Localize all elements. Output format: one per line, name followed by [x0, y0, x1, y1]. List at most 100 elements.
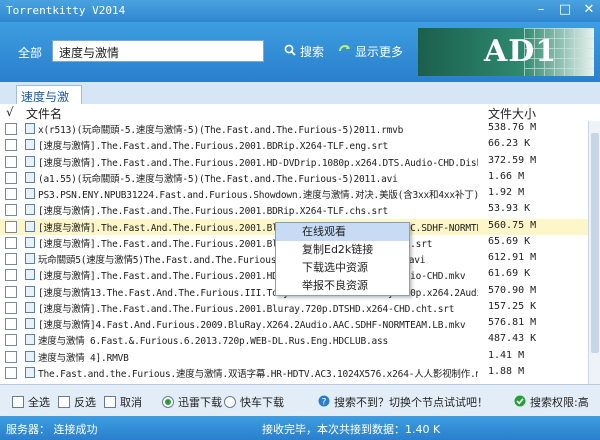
table-row[interactable]: [速度与激情].The.Fast.and.The.Furious.2001.Bl…	[0, 300, 588, 316]
file-size: 487.43 K	[488, 333, 537, 345]
xunlei-radio[interactable]: 迅雷下载	[162, 394, 222, 410]
file-icon	[25, 139, 35, 151]
cancel-checkbox[interactable]: 取消	[104, 394, 142, 410]
row-checkbox[interactable]	[5, 155, 17, 168]
row-checkbox[interactable]	[5, 220, 17, 233]
file-size: 65.69 K	[488, 235, 531, 247]
svg-text:?: ?	[322, 397, 327, 407]
ad-banner[interactable]: AD1	[418, 28, 594, 76]
menu-item-watch-online[interactable]: 在线观看	[276, 223, 409, 241]
col-name-header[interactable]: 文件名	[26, 105, 62, 122]
file-size: 612.91 M	[488, 252, 537, 263]
minimize-icon[interactable]: –	[534, 2, 548, 17]
table-row[interactable]: PS3.PSN.ENY.NPUB31224.Fast.and.Furious.S…	[0, 186, 588, 202]
radio-dot	[224, 396, 236, 408]
row-checkbox[interactable]	[5, 139, 17, 152]
table-row[interactable]: [速度与激情]4.Fast.And.Furious.2009.BluRay.X2…	[0, 316, 588, 332]
row-checkbox[interactable]	[5, 334, 17, 347]
search-button[interactable]: 搜索	[284, 43, 324, 60]
file-name: The.Fast.and.the.Furious.速度与激情.双语字幕.HR-H…	[38, 368, 478, 380]
bottom-toolbar: 全选 反选 取消 迅雷下载 快车下载 ? 搜索不到？切换个节点试试吧！ 搜索权限…	[0, 384, 600, 417]
maximize-icon[interactable]: □	[558, 2, 572, 17]
table-row[interactable]: 速度与激情 6.Fast.&.Furious.6.2013.720p.WEB-D…	[0, 332, 588, 348]
ad-text: AD1	[484, 34, 558, 69]
file-size: 157.25 K	[488, 300, 537, 312]
window-controls: – □ ✕	[534, 2, 596, 17]
col-size-header[interactable]: 文件大小	[488, 105, 536, 122]
scope-label[interactable]: 全部	[18, 44, 42, 61]
file-icon	[25, 171, 35, 183]
refresh-icon	[338, 44, 351, 59]
file-name: 速度与激情 6.Fast.&.Furious.6.2013.720p.WEB-D…	[38, 336, 389, 348]
row-checkbox[interactable]	[5, 253, 17, 265]
file-name: [速度与激情]4.Fast.And.Furious.2009.BluRay.X2…	[38, 320, 466, 331]
file-name: [速度与激情].The.Fast.and.The.Furious.2001.BD…	[38, 206, 389, 218]
table-row[interactable]: [速度与激情].The.Fast.and.The.Furious.2001.BD…	[0, 137, 588, 153]
switch-node-link[interactable]: ? 搜索不到？切换个节点试试吧！	[318, 394, 488, 410]
context-menu: 在线观看 复制Ed2k链接 下载选中资源 举报不良资源	[275, 222, 410, 296]
check-icon	[514, 395, 526, 410]
file-size: 66.23 K	[488, 138, 531, 150]
menu-item-download-selected[interactable]: 下载选中资源	[276, 259, 409, 277]
row-checkbox[interactable]	[5, 204, 17, 217]
search-button-label: 搜索	[300, 45, 325, 59]
file-icon	[25, 123, 35, 134]
file-size: 1.88 M	[488, 365, 525, 377]
invert-checkbox[interactable]: 反选	[58, 394, 96, 410]
file-icon	[25, 188, 35, 199]
table-row[interactable]: [速度与激情].The.Fast.and.The.Furious.2001.BD…	[0, 202, 588, 218]
select-all-checkbox[interactable]: 全选	[12, 394, 50, 410]
row-checkbox[interactable]	[5, 188, 17, 200]
radio-dot	[162, 396, 174, 408]
table-row[interactable]: (a1.55)(玩命關頭-5.速度与激情-5)(The.Fast.and.The…	[0, 170, 588, 186]
header-check-mark[interactable]: √	[6, 105, 14, 119]
menu-item-copy-ed2k[interactable]: 复制Ed2k链接	[276, 241, 409, 259]
search-permission: 搜索权限:高	[514, 394, 589, 410]
search-permission-label: 搜索权限:高	[530, 396, 589, 409]
file-icon	[25, 366, 35, 378]
file-icon	[25, 269, 35, 281]
file-name: 玩命關頭5(速度与激情5)The.Fast.and.The.Furious.5.…	[38, 255, 426, 266]
table-row[interactable]: x(r513)(玩命關頭-5.速度与激情-5)(The.Fast.and.The…	[0, 121, 588, 137]
row-checkbox[interactable]	[5, 269, 17, 282]
file-icon	[25, 285, 35, 297]
xunlei-label: 迅雷下载	[178, 396, 222, 409]
tab-search-result[interactable]: 速度与激情	[16, 85, 82, 121]
table-row[interactable]: 速度与激情 4].RMVB 1.41 M	[0, 349, 588, 365]
row-checkbox[interactable]	[5, 171, 17, 184]
vertical-scrollbar[interactable]	[588, 121, 600, 384]
row-checkbox[interactable]	[5, 285, 17, 298]
tab-bar: 速度与激情	[0, 82, 600, 121]
file-size: 538.76 M	[488, 122, 537, 133]
row-checkbox[interactable]	[5, 236, 17, 249]
file-name: [速度与激情].The.Fast.and.The.Furious.2001.Bl…	[38, 303, 455, 315]
cancel-label: 取消	[120, 396, 142, 409]
file-icon	[25, 301, 35, 313]
file-name: [速度与激情13.The.Fast.And.The.Furious.III.To…	[38, 287, 478, 299]
checkbox-box	[104, 396, 116, 408]
receive-status: 接收完毕，本次共接到数据：1.40 K	[262, 423, 441, 436]
checkbox-box	[12, 396, 24, 408]
status-bar: 服务器： 连接成功 接收完毕，本次共接到数据：1.40 K	[0, 416, 600, 440]
window-title: Torrentkitty V2014	[6, 4, 126, 17]
row-checkbox[interactable]	[5, 123, 17, 135]
row-checkbox[interactable]	[5, 350, 17, 363]
server-status: 服务器： 连接成功	[6, 423, 98, 436]
row-checkbox[interactable]	[5, 318, 17, 330]
file-name: [速度与激情].The.Fast.and.The.Furious.2001.Bl…	[38, 238, 433, 250]
search-input[interactable]: 速度与激情	[52, 40, 264, 62]
file-icon	[25, 350, 35, 362]
kuaiche-radio[interactable]: 快车下载	[224, 394, 284, 410]
file-size: 372.59 M	[488, 154, 537, 166]
file-icon	[25, 318, 35, 329]
table-row[interactable]: [速度与激情].The.Fast.and.The.Furious.2001.HD…	[0, 154, 588, 170]
close-icon[interactable]: ✕	[582, 2, 596, 17]
row-checkbox[interactable]	[5, 366, 17, 379]
table-row[interactable]: The.Fast.and.the.Furious.速度与激情.双语字幕.HR-H…	[0, 365, 588, 381]
show-more-button[interactable]: 显示更多	[338, 43, 403, 60]
scrollbar-thumb[interactable]	[591, 133, 599, 353]
search-icon	[284, 44, 296, 59]
row-checkbox[interactable]	[5, 301, 17, 314]
file-size: 560.75 M	[488, 219, 537, 231]
menu-item-report[interactable]: 举报不良资源	[276, 277, 409, 295]
